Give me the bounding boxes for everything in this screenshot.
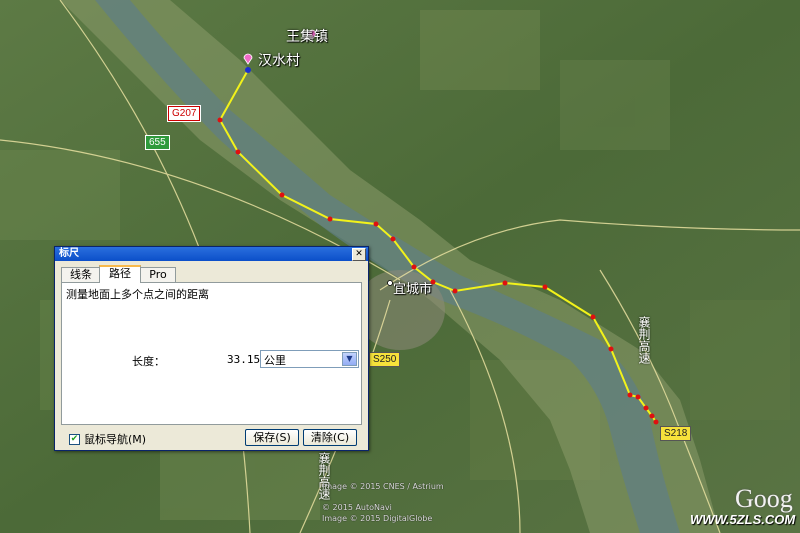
length-value: 33.15 — [227, 353, 261, 366]
close-button[interactable]: ✕ — [352, 248, 366, 261]
mouse-navigation-checkbox[interactable]: ✔ 鼠标导航(M) — [69, 431, 146, 447]
save-button[interactable]: 保存(S) — [245, 429, 299, 446]
route-point[interactable] — [502, 280, 508, 286]
road-shield-g207: G207 — [168, 106, 201, 121]
route-point[interactable] — [411, 264, 417, 270]
tab-pro[interactable]: Pro — [140, 267, 176, 282]
ruler-description: 测量地面上多个点之间的距离 — [66, 288, 209, 301]
route-point[interactable] — [590, 314, 596, 320]
unit-selected-value: 公里 — [264, 354, 286, 367]
google-logo: Goog — [735, 484, 793, 513]
route-point[interactable] — [452, 288, 458, 294]
route-point[interactable] — [217, 117, 223, 123]
site-watermark: WWW.5ZLS.COM — [690, 512, 796, 527]
ruler-title: 标尺 — [59, 248, 79, 259]
road-shield-255: 655 — [145, 135, 170, 150]
route-point[interactable] — [649, 413, 655, 419]
road-shield-s250: S250 — [369, 352, 401, 367]
imagery-credit: © 2015 AutoNavi — [322, 503, 392, 512]
length-label: 长度： — [132, 355, 165, 368]
checkmark-icon[interactable]: ✔ — [69, 433, 80, 445]
route-point[interactable] — [627, 392, 633, 398]
path-tab-panel: 测量地面上多个点之间的距离 长度： 33.15 公里 ▼ — [61, 282, 362, 425]
ruler-titlebar[interactable]: 标尺 ✕ — [55, 247, 368, 261]
imagery-credit: Image © 2015 DigitalGlobe — [322, 514, 433, 523]
place-label-wangji: 王集镇 — [286, 29, 328, 45]
route-point[interactable] — [373, 221, 379, 227]
mouse-navigation-label: 鼠标导航(M) — [84, 433, 147, 446]
route-point[interactable] — [653, 419, 659, 425]
route-point[interactable] — [279, 192, 285, 198]
city-dot-icon — [387, 280, 393, 286]
route-start-point[interactable] — [245, 67, 251, 73]
ruler-dialog: 标尺 ✕ 线条 路径 Pro 测量地面上多个点之间的距离 长度： 33.15 公… — [54, 246, 369, 451]
route-point[interactable] — [542, 284, 548, 290]
clear-button[interactable]: 清除(C) — [303, 429, 357, 446]
place-label-hanshui: 汉水村 — [258, 53, 300, 69]
route-point[interactable] — [327, 216, 333, 222]
imagery-credit: Image © 2015 CNES / Astrium — [322, 482, 444, 491]
place-label-yicheng: 宜城市 — [393, 282, 433, 297]
route-point[interactable] — [635, 394, 641, 400]
expressway-label-east: 襄荆高速 — [637, 316, 651, 364]
road-shield-s218: S218 — [660, 426, 692, 441]
tab-path[interactable]: 路径 — [99, 265, 141, 283]
unit-select[interactable]: 公里 ▼ — [260, 350, 359, 368]
tab-line[interactable]: 线条 — [61, 267, 101, 282]
route-point[interactable] — [390, 236, 396, 242]
chevron-down-icon[interactable]: ▼ — [342, 352, 357, 366]
route-point[interactable] — [608, 346, 614, 352]
route-point[interactable] — [643, 405, 649, 411]
expressway-label-south: 襄荆高速 — [317, 452, 331, 500]
route-point[interactable] — [235, 149, 241, 155]
